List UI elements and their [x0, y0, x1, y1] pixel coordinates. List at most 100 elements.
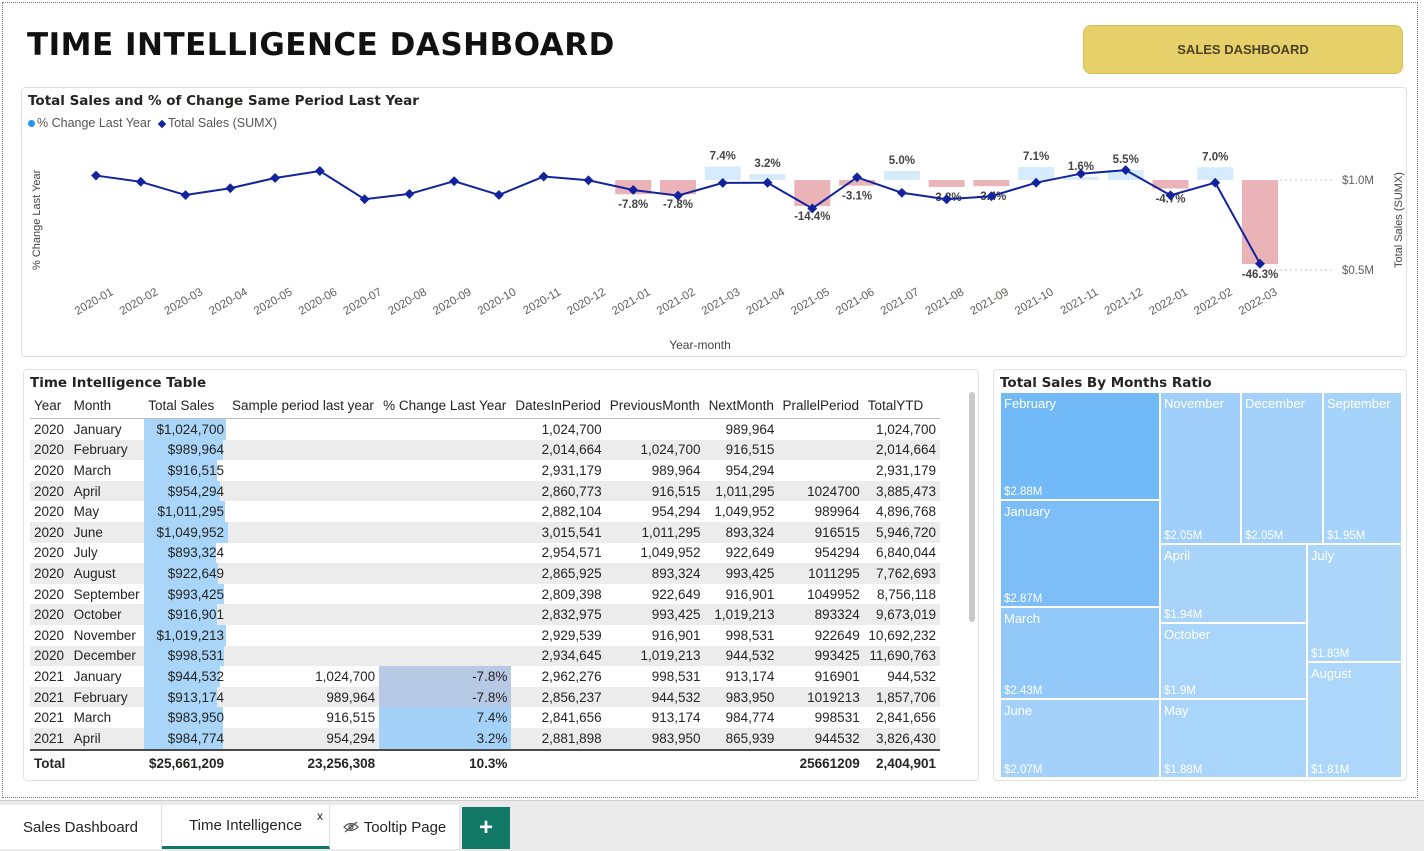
treemap-tile-may[interactable]: May $1.88M [1160, 699, 1307, 778]
table-row[interactable]: 2020 October $916,901 2,832,975 993,425 1,019… [30, 604, 940, 625]
treemap-tile-march[interactable]: March $2.43M [1000, 607, 1160, 699]
sales-point[interactable] [896, 187, 907, 198]
sales-point[interactable] [493, 190, 504, 200]
total-cell: 2,404,901 [863, 748, 940, 777]
column-header[interactable]: NextMonth [704, 392, 779, 419]
treemap-tile-november[interactable]: November $2.05M [1160, 392, 1241, 544]
change-cell [379, 604, 512, 625]
change-cell [379, 625, 511, 646]
total-cell: 10.3% [379, 748, 512, 777]
table-row[interactable]: 2020 January $1,024,700 1,024,700 989,964 1,0… [30, 419, 940, 440]
table-scrollbar[interactable] [969, 392, 975, 622]
table-row[interactable]: 2020 March $916,515 2,931,179 989,964 954,294… [30, 460, 940, 481]
treemap-tile-august[interactable]: August $1.81M [1307, 662, 1402, 778]
treemap-tile-september[interactable]: September $1.95M [1323, 392, 1402, 544]
change-bar[interactable] [928, 180, 965, 187]
column-header[interactable]: PrallelPeriod [778, 392, 864, 419]
table-cell [228, 501, 379, 522]
change-bar[interactable] [973, 180, 1010, 187]
sales-point[interactable] [449, 176, 460, 187]
column-header[interactable]: Sample period last year [228, 392, 380, 419]
treemap-tile-june[interactable]: June $2.07M [1000, 699, 1160, 778]
tab-tooltip-page[interactable]: Tooltip Page [330, 805, 460, 849]
table-cell: February [69, 686, 145, 708]
column-header[interactable]: TotalYTD [863, 392, 940, 419]
treemap-tile-february[interactable]: February $2.88M [1000, 392, 1160, 500]
add-page-button[interactable]: + [462, 807, 510, 849]
sales-point[interactable] [270, 173, 281, 183]
column-header[interactable]: PreviousMonth [605, 392, 705, 419]
sales-point[interactable] [314, 166, 325, 176]
cell-value: $998,531 [167, 648, 225, 664]
sales-point[interactable] [583, 175, 594, 186]
column-header[interactable]: Total Sales [144, 392, 229, 419]
table-header-row: Year Month Total Sales Sample period last y… [30, 392, 940, 419]
treemap-panel: Total Sales By Months Ratio February $2.8… [993, 369, 1407, 781]
change-bar[interactable] [883, 170, 920, 180]
tile-label: August [1311, 666, 1352, 681]
change-bar[interactable] [1242, 180, 1278, 264]
total-sales-cell: $1,019,213 [144, 624, 228, 646]
sales-dashboard-button[interactable]: SALES DASHBOARD [1083, 25, 1403, 74]
table-cell: April [69, 727, 145, 750]
table-cell: 1049952 [807, 586, 860, 602]
table-cell [228, 480, 380, 502]
tab-sales-dashboard[interactable]: Sales Dashboard [0, 805, 162, 849]
column-header[interactable]: % Change Last Year [379, 392, 512, 419]
tile-label: March [1004, 611, 1041, 626]
table-row[interactable]: 2020 April $954,294 2,860,773 916,515 1,011,2… [30, 480, 940, 502]
table-row[interactable]: 2020 July $893,324 2,954,571 1,049,952 922,64… [30, 542, 940, 564]
treemap-tile-october[interactable]: October $1.9M [1160, 623, 1307, 699]
treemap-tile-january[interactable]: January $2.87M [1000, 500, 1160, 607]
table-cell: March [73, 462, 112, 478]
table-cell: 2020 [34, 627, 65, 643]
column-header[interactable]: Month [69, 392, 145, 419]
column-header[interactable]: DatesInPeriod [511, 392, 606, 419]
table-cell [228, 543, 379, 564]
table-row[interactable]: 2020 September $993,425 2,809,398 922,649 916… [30, 583, 940, 605]
tile-label: May [1164, 703, 1189, 718]
x-tick-label: 2021-10 [1013, 286, 1056, 318]
table-cell: 4,896,768 [875, 504, 936, 520]
total-cell: $25,661,209 [144, 748, 229, 777]
sales-point[interactable] [404, 188, 415, 199]
table-cell: 2020 [30, 563, 70, 584]
table-row[interactable]: 2020 February $989,964 2,014,664 1,024,700 91… [30, 439, 940, 461]
treemap-tile-april[interactable]: April $1.94M [1160, 544, 1307, 623]
table-cell: 2,841,656 [541, 710, 602, 726]
total-sales-cell: $983,950 [144, 707, 228, 728]
table-row[interactable]: 2021 January $944,532 1,024,700 -7.8% 2,962,2… [30, 666, 940, 687]
column-header[interactable]: Year [30, 392, 70, 419]
sales-point[interactable] [180, 190, 191, 200]
table-cell: 3,826,430 [863, 727, 940, 750]
sales-point[interactable] [135, 176, 146, 187]
right-axis-label: Total Sales (SUMX) [1393, 172, 1405, 268]
table-cell: 2,014,664 [863, 439, 940, 461]
table-row[interactable]: 2020 August $922,649 2,865,925 893,324 993,42… [30, 563, 940, 584]
change-cell: -7.8% [379, 686, 512, 708]
treemap-tile-july[interactable]: July $1.83M [1307, 544, 1402, 662]
tab-time-intelligence[interactable]: Time Intelligence x [162, 805, 330, 849]
table-row[interactable]: 2021 March $983,950 916,515 7.4% 2,841,656 913… [30, 707, 940, 728]
tile-value: $2.43M [1004, 685, 1043, 697]
x-tick-label: 2020-11 [521, 286, 563, 317]
table-cell: 5,946,720 [863, 521, 940, 543]
table-row[interactable]: 2020 November $1,019,213 2,929,539 916,901 99… [30, 624, 940, 646]
table-cell: August [69, 563, 145, 584]
table-cell: May [73, 504, 100, 520]
table-row[interactable]: 2020 June $1,049,952 3,015,541 1,011,295 893,… [30, 521, 940, 543]
table-row[interactable]: 2021 February $913,174 989,964 -7.8% 2,856,23… [30, 686, 940, 708]
close-icon[interactable]: x [317, 809, 323, 823]
sales-point[interactable] [359, 194, 370, 205]
sales-point[interactable] [91, 170, 101, 181]
sales-point[interactable] [225, 183, 236, 194]
treemap-tile-december[interactable]: December $2.05M [1241, 392, 1323, 544]
table-row[interactable]: 2020 May $1,011,295 2,882,104 954,294 1,049,9… [30, 501, 940, 522]
table-row[interactable]: 2020 December $998,531 2,934,645 1,019,213 94… [30, 645, 940, 667]
table-cell: 2020 [34, 504, 65, 520]
table-cell [606, 419, 705, 440]
sales-point[interactable] [538, 171, 549, 182]
change-data-label: 5.5% [1113, 154, 1139, 166]
table-cell: 2,014,664 [511, 439, 606, 461]
table-row[interactable]: 2021 April $984,774 954,294 3.2% 2,881,898 983… [30, 727, 940, 750]
